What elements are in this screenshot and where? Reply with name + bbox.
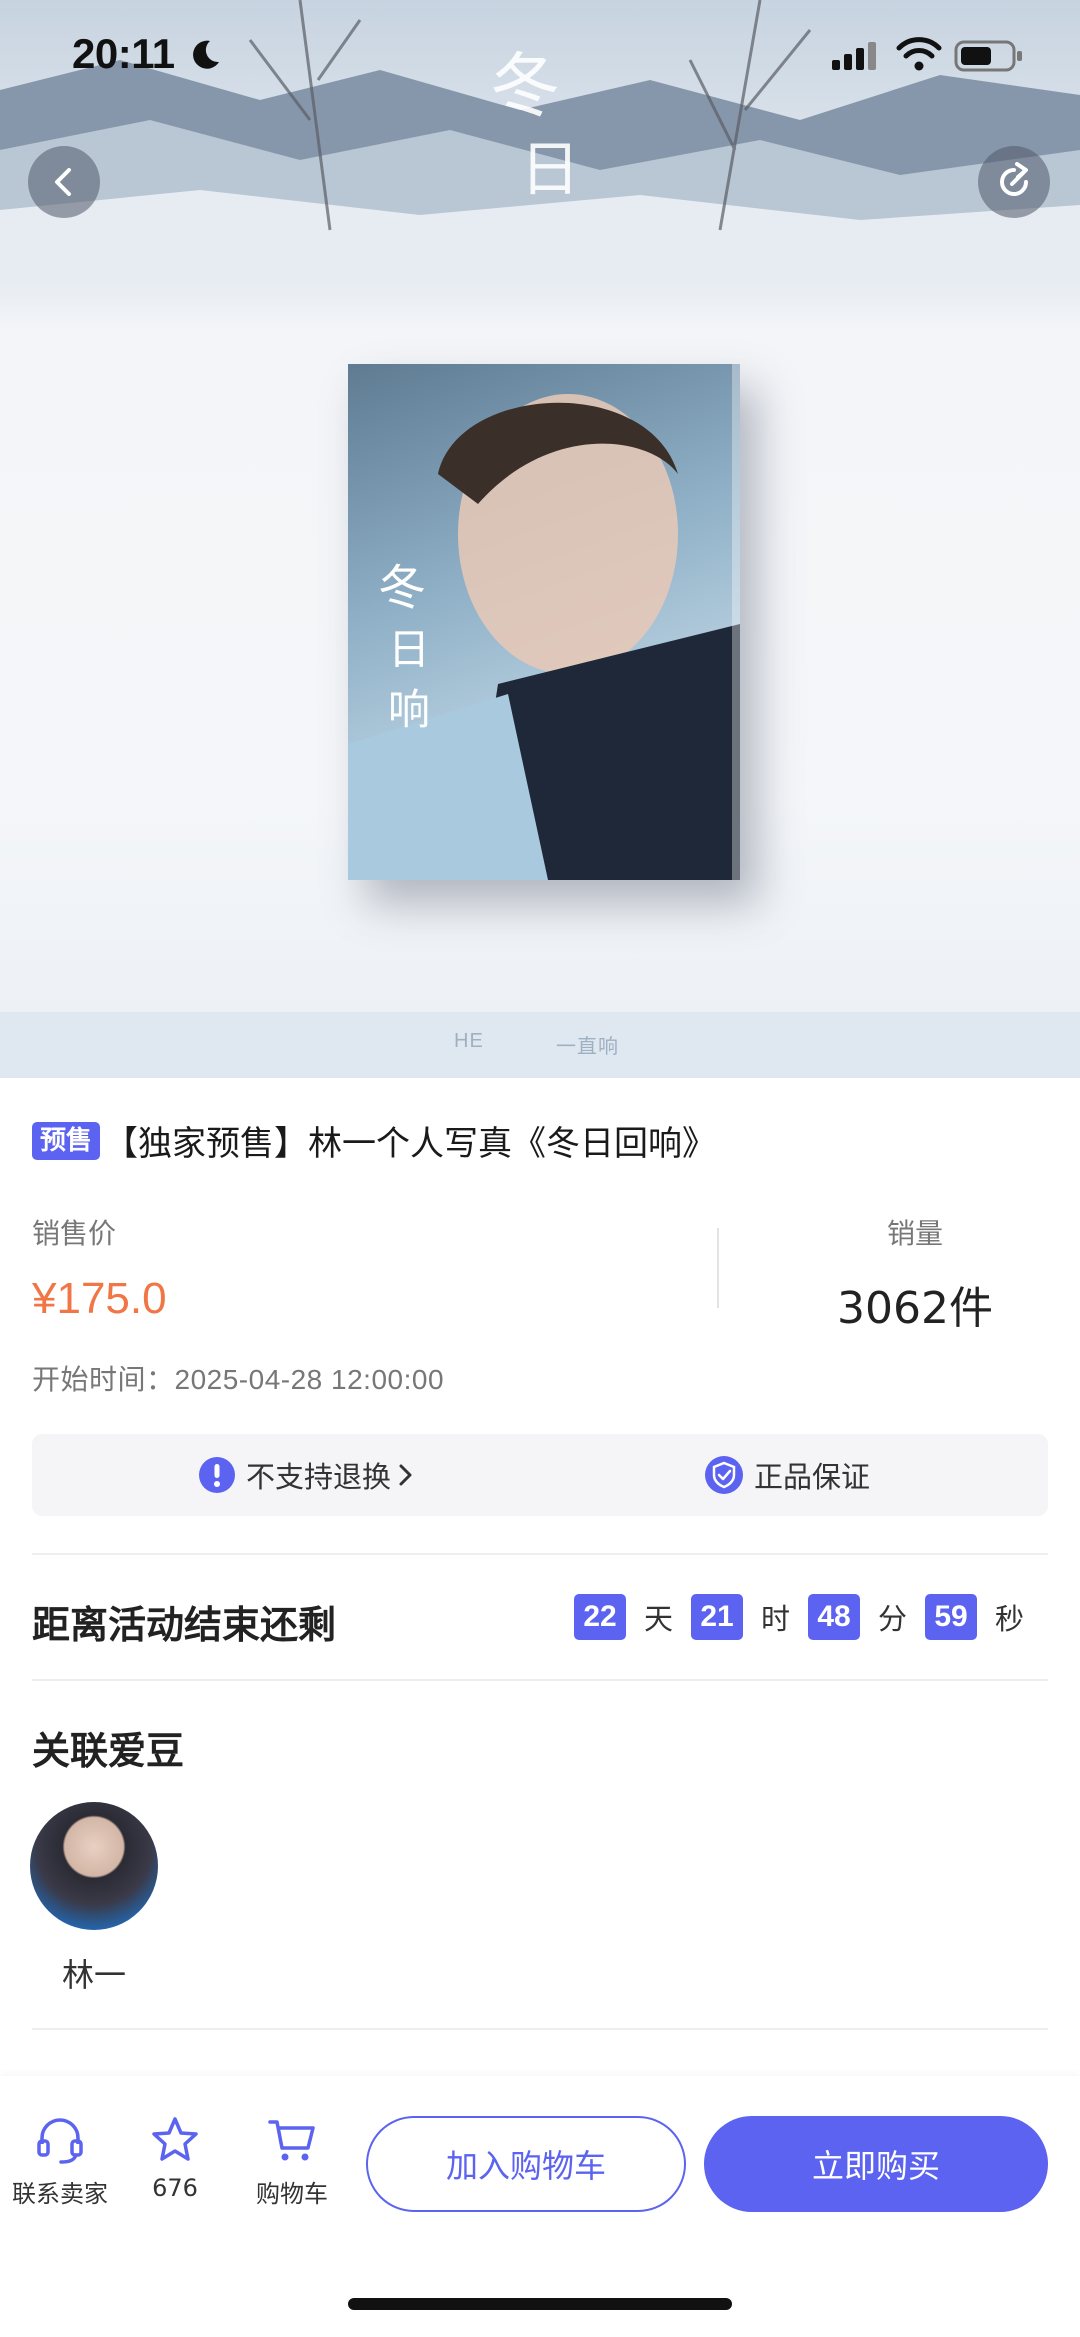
share-button[interactable] [978, 146, 1050, 218]
authentic-guarantee: 正品保证 [704, 1434, 870, 1516]
cart-button[interactable]: 购物车 [232, 2114, 352, 2209]
buy-now-button[interactable]: 立即购买 [704, 2116, 1048, 2212]
presale-badge: 预售 [32, 1121, 101, 1160]
idol-avatar[interactable] [30, 1802, 158, 1930]
info-alert-icon [199, 1457, 235, 1493]
svg-text:冬: 冬 [378, 560, 426, 616]
signal-icon [832, 42, 876, 70]
photo-album-cover: 冬 日 响 [348, 364, 740, 880]
svg-text:冬: 冬 [490, 45, 560, 127]
moon-icon [193, 40, 219, 69]
headset-icon [37, 2118, 83, 2164]
favorite-count: 676 [152, 2174, 198, 2202]
countdown-hours-unit: 时 [761, 1602, 791, 1636]
star-icon [152, 2117, 198, 2161]
bottom-action-bar: 联系卖家 676 购物车 加入购物车 立即购买 [0, 2076, 1080, 2337]
add-to-cart-button[interactable]: 加入购物车 [366, 2116, 686, 2212]
share-icon [1000, 162, 1028, 196]
status-time: 20:11 [72, 30, 175, 77]
divider [32, 1679, 1048, 1681]
product-hero-image: 冬 日 冬 日 响 HE 一直响 [0, 0, 1080, 1078]
svg-text:日: 日 [520, 135, 580, 205]
countdown-days: 22 [574, 1594, 626, 1640]
start-time-label: 开始时间： [32, 1363, 175, 1396]
cart-icon [268, 2120, 315, 2161]
svg-text:响: 响 [388, 685, 430, 734]
svg-text:日: 日 [388, 625, 430, 674]
favorite-button[interactable]: 676 [115, 2114, 235, 2202]
countdown-timer: 22 天 21 时 48 分 59 秒 [574, 1594, 1024, 1640]
start-time-value: 2025-04-28 12:00:00 [174, 1364, 445, 1395]
countdown-hours: 21 [691, 1594, 744, 1640]
brand-logo-yizhixiang: 一直响 [556, 1036, 619, 1058]
battery-icon [954, 40, 1022, 72]
service-guarantee-bar: 不支持退换 正品保证 [32, 1434, 1048, 1516]
product-title: 【独家预售】林一个人写真《冬日回响》 [104, 1124, 717, 1164]
divider [32, 2028, 1048, 2030]
chevron-right-icon [399, 1464, 412, 1486]
return-policy-link[interactable]: 不支持退换 [198, 1434, 417, 1516]
contact-seller-button[interactable]: 联系卖家 [0, 2114, 120, 2209]
countdown-seconds: 59 [925, 1594, 978, 1640]
related-idol-title: 关联爱豆 [32, 1729, 185, 1773]
return-policy-label: 不支持退换 [246, 1460, 392, 1494]
price-label: 销售价 [32, 1217, 117, 1250]
contact-seller-label: 联系卖家 [12, 2180, 108, 2208]
shield-check-icon [705, 1456, 743, 1494]
cart-label: 购物车 [256, 2180, 328, 2208]
idol-name[interactable]: 林一 [32, 1950, 156, 1996]
countdown-days-unit: 天 [644, 1602, 674, 1636]
home-indicator [348, 2298, 732, 2310]
divider [32, 1553, 1048, 1555]
countdown-seconds-unit: 秒 [995, 1602, 1025, 1636]
countdown-minutes-unit: 分 [878, 1602, 908, 1636]
countdown-label: 距离活动结束还剩 [32, 1603, 337, 1647]
product-title-row: 预售 【独家预售】林一个人写真《冬日回响》 [32, 1116, 716, 1165]
sales-value: 3062件 [837, 1283, 993, 1334]
authentic-label: 正品保证 [754, 1460, 871, 1494]
chevron-left-icon [55, 168, 71, 196]
sales-label: 销量 [886, 1217, 943, 1250]
start-time: 开始时间：2025-04-28 12:00:00 [32, 1358, 444, 1398]
brand-logo-he: HE [454, 1030, 484, 1052]
wifi-icon [896, 37, 942, 71]
price-value: ¥175.0 [32, 1274, 167, 1323]
back-button[interactable] [28, 146, 100, 218]
brand-band: HE 一直响 [0, 1012, 1080, 1078]
countdown-minutes: 48 [808, 1594, 861, 1640]
price-sales-divider [717, 1228, 719, 1308]
